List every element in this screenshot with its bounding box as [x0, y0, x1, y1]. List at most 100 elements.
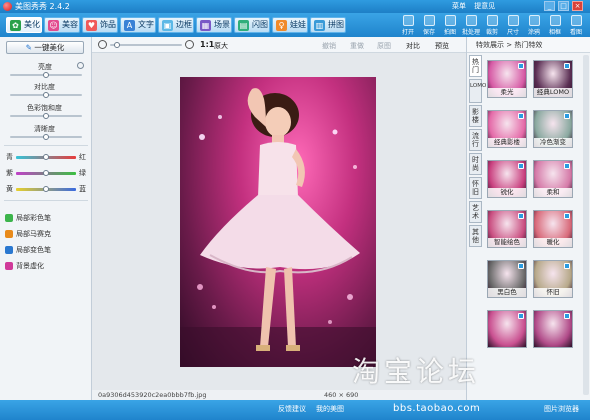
- tab-doll[interactable]: ♀ 娃娃: [272, 17, 308, 33]
- effect-label: 智能绘色: [488, 238, 526, 247]
- toolbar-frame[interactable]: 相框: [545, 14, 565, 36]
- local-color-pen-tool[interactable]: 局部彩色笔: [5, 213, 51, 223]
- effect-thumb[interactable]: 锐化: [487, 160, 527, 198]
- status-bar: 0a9306d453920c2ea0bbb7fb.jpg 460 × 690: [92, 390, 466, 400]
- crop-icon: [486, 15, 498, 26]
- effect-thumb[interactable]: 黑白色: [487, 260, 527, 298]
- saturation-label: 色彩饱和度: [27, 104, 62, 112]
- green-label: 绿: [79, 169, 86, 177]
- toolbar-label: 打开: [401, 29, 414, 36]
- close-button[interactable]: ×: [572, 1, 583, 11]
- tab-label: 闪图: [252, 20, 268, 29]
- contrast-knob[interactable]: [43, 92, 49, 98]
- palette-icon: ✿: [10, 20, 21, 31]
- feedback-link[interactable]: 提意见: [474, 2, 495, 10]
- toolbar-resize[interactable]: 尺寸: [503, 14, 523, 36]
- yellow-blue-knob[interactable]: [43, 186, 49, 192]
- vtab-art[interactable]: 艺术: [469, 201, 482, 223]
- tab-label: 美化: [24, 20, 40, 29]
- tab-accessories[interactable]: ♥ 饰品: [82, 17, 118, 33]
- blue-label: 蓝: [79, 185, 86, 193]
- one-key-beautify-button[interactable]: ✎ 一键美化: [6, 41, 84, 54]
- zoom-ratio[interactable]: 1:1: [200, 40, 214, 49]
- tab-cosmetic[interactable]: ☺ 美容: [44, 17, 80, 33]
- effect-thumb[interactable]: [487, 310, 527, 348]
- vtab-retro[interactable]: 怀旧: [469, 177, 482, 199]
- zoom-in-icon[interactable]: [185, 40, 194, 49]
- effect-thumb[interactable]: 暖化: [533, 210, 573, 248]
- image-browser-button[interactable]: 图片浏览器: [544, 404, 579, 414]
- original-size-button[interactable]: 原大: [214, 41, 228, 51]
- tool-label: 局部变色笔: [16, 246, 51, 254]
- local-mosaic-tool[interactable]: 局部马赛克: [5, 229, 51, 239]
- vtab-lomo[interactable]: LOMO: [469, 79, 486, 103]
- effect-thumb[interactable]: 经典影楼: [487, 110, 527, 148]
- brightness-knob[interactable]: [43, 72, 49, 78]
- bottom-bar: 反馈建议 我的美图 图片浏览器: [0, 400, 590, 420]
- tab-beautify[interactable]: ✿ 美化: [6, 17, 42, 33]
- toolbar-view[interactable]: 看图: [566, 14, 586, 36]
- main-tab-bar: ✿ 美化 ☺ 美容 ♥ 饰品 A 文字 ▣ 边框 ▦ 场景 ▤ 闪图 ♀ 娃娃 …: [0, 13, 590, 37]
- effect-thumb[interactable]: 经典LOMO: [533, 60, 573, 98]
- effect-badge-icon: [564, 263, 570, 269]
- scrollbar[interactable]: [583, 55, 589, 395]
- compare-button[interactable]: 对比: [406, 41, 420, 51]
- vtab-trend[interactable]: 流行: [469, 129, 482, 151]
- tab-puzzle[interactable]: ▥ 拼图: [310, 17, 346, 33]
- zoom-knob[interactable]: [114, 42, 120, 48]
- vtab-studio[interactable]: 影楼: [469, 105, 482, 127]
- toolbar-doodle[interactable]: 涂鸦: [524, 14, 544, 36]
- undo-button[interactable]: 撤销: [322, 41, 336, 51]
- menu-link[interactable]: 菜单: [452, 2, 466, 10]
- feedback-button[interactable]: 反馈建议: [278, 404, 306, 414]
- toolbar-capture[interactable]: 拍图: [440, 14, 460, 36]
- my-meitu-button[interactable]: 我的美图: [316, 404, 344, 414]
- tab-label: 场景: [214, 20, 230, 29]
- vtab-hot[interactable]: 热门: [469, 55, 482, 77]
- preview-button[interactable]: 预览: [435, 41, 449, 51]
- tab-text[interactable]: A 文字: [120, 17, 156, 33]
- effect-thumb[interactable]: 怀旧: [533, 260, 573, 298]
- toolbar-batch[interactable]: 批处理: [461, 14, 481, 36]
- effect-thumb[interactable]: 智能绘色: [487, 210, 527, 248]
- cyan-label: 青: [6, 153, 13, 161]
- magenta-green-knob[interactable]: [43, 170, 49, 176]
- photo-frame-icon: [549, 15, 561, 26]
- resize-icon: [507, 15, 519, 26]
- local-recolor-pen-tool[interactable]: 局部变色笔: [5, 245, 51, 255]
- vtab-fashion[interactable]: 时尚: [469, 153, 482, 175]
- saturation-knob[interactable]: [43, 113, 49, 119]
- toolbar-label: 涂鸦: [527, 29, 540, 36]
- zoom-out-icon[interactable]: [98, 40, 107, 49]
- app-logo-icon: [3, 2, 12, 11]
- tab-scene[interactable]: ▦ 场景: [196, 17, 232, 33]
- effect-thumb[interactable]: [533, 310, 573, 348]
- reset-icon[interactable]: [77, 62, 84, 69]
- zoom-slider[interactable]: [110, 44, 182, 46]
- background-blur-tool[interactable]: 背景虚化: [5, 261, 44, 271]
- toolbar-label: 批处理: [461, 29, 480, 36]
- maximize-button[interactable]: □: [558, 1, 569, 11]
- toolbar-crop[interactable]: 裁剪: [482, 14, 502, 36]
- toolbar-save[interactable]: 保存: [419, 14, 439, 36]
- cyan-red-knob[interactable]: [43, 154, 49, 160]
- vtab-other[interactable]: 其他: [469, 225, 482, 247]
- original-button[interactable]: 原图: [377, 41, 391, 51]
- tab-label: 美容: [62, 20, 78, 29]
- effect-label: 暖化: [534, 238, 572, 247]
- effect-thumb[interactable]: 柔和: [533, 160, 573, 198]
- tab-flash[interactable]: ▤ 闪图: [234, 17, 270, 33]
- photo-content: [180, 88, 376, 367]
- tab-label: 文字: [138, 20, 154, 29]
- blur-icon: [5, 262, 13, 270]
- tab-frame[interactable]: ▣ 边框: [158, 17, 194, 33]
- tool-label: 背景虚化: [16, 262, 44, 270]
- effect-thumb[interactable]: 柔光: [487, 60, 527, 98]
- minimize-button[interactable]: _: [544, 1, 555, 11]
- view-icon: [570, 15, 582, 26]
- effect-thumb[interactable]: 冷色渐变: [533, 110, 573, 148]
- sharpness-knob[interactable]: [43, 134, 49, 140]
- edited-photo[interactable]: [180, 77, 376, 367]
- toolbar-open[interactable]: 打开: [398, 14, 418, 36]
- redo-button[interactable]: 重做: [350, 41, 364, 51]
